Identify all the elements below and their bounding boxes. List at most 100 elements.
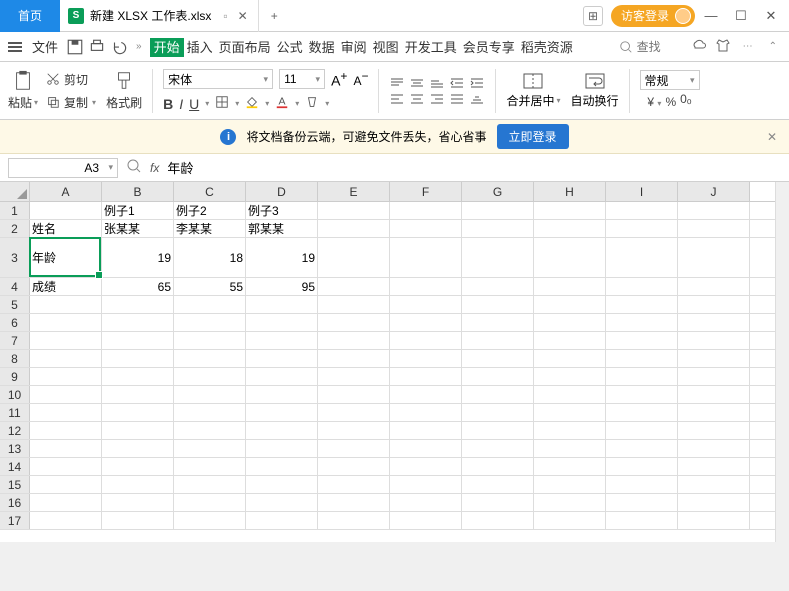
cell-H10[interactable]	[534, 386, 606, 403]
cell-I12[interactable]	[606, 422, 678, 439]
cell-F3[interactable]	[390, 238, 462, 277]
cell-F17[interactable]	[390, 512, 462, 529]
cell-G7[interactable]	[462, 332, 534, 349]
cell-C2[interactable]: 李某某	[174, 220, 246, 237]
cell-J5[interactable]	[678, 296, 750, 313]
cell-C14[interactable]	[174, 458, 246, 475]
cell-F13[interactable]	[390, 440, 462, 457]
cell-I9[interactable]	[606, 368, 678, 385]
cell-D5[interactable]	[246, 296, 318, 313]
cell-G12[interactable]	[462, 422, 534, 439]
cell-A12[interactable]	[30, 422, 102, 439]
cut-button[interactable]: 剪切	[46, 71, 96, 88]
cell-D7[interactable]	[246, 332, 318, 349]
cell-B5[interactable]	[102, 296, 174, 313]
menu-tab-7[interactable]: 开发工具	[402, 40, 460, 55]
cell-C1[interactable]: 例子2	[174, 202, 246, 219]
underline-button[interactable]: U	[189, 96, 199, 112]
cell-B12[interactable]	[102, 422, 174, 439]
border-button[interactable]	[215, 95, 229, 112]
cell-D12[interactable]	[246, 422, 318, 439]
merge-button[interactable]: 合并居中▾	[506, 72, 560, 109]
cell-J16[interactable]	[678, 494, 750, 511]
align-center-icon[interactable]	[409, 93, 425, 105]
menu-tab-2[interactable]: 页面布局	[216, 40, 274, 55]
cell-G1[interactable]	[462, 202, 534, 219]
font-size-select[interactable]: 11▾	[279, 69, 325, 89]
cell-E12[interactable]	[318, 422, 390, 439]
cell-A13[interactable]	[30, 440, 102, 457]
cell-B9[interactable]	[102, 368, 174, 385]
cell-F8[interactable]	[390, 350, 462, 367]
row-header-9[interactable]: 9	[0, 368, 30, 385]
cell-J7[interactable]	[678, 332, 750, 349]
cell-G4[interactable]	[462, 278, 534, 295]
cell-F11[interactable]	[390, 404, 462, 421]
cell-H5[interactable]	[534, 296, 606, 313]
cell-F1[interactable]	[390, 202, 462, 219]
cell-C11[interactable]	[174, 404, 246, 421]
cell-B13[interactable]	[102, 440, 174, 457]
row-header-2[interactable]: 2	[0, 220, 30, 237]
cell-G6[interactable]	[462, 314, 534, 331]
col-header-I[interactable]: I	[606, 182, 678, 201]
cell-F5[interactable]	[390, 296, 462, 313]
comma-icon[interactable]: 0⁰	[680, 92, 692, 111]
col-header-G[interactable]: G	[462, 182, 534, 201]
cell-I13[interactable]	[606, 440, 678, 457]
skin-icon[interactable]	[715, 37, 731, 56]
cell-E5[interactable]	[318, 296, 390, 313]
col-header-C[interactable]: C	[174, 182, 246, 201]
cell-A16[interactable]	[30, 494, 102, 511]
menu-tab-5[interactable]: 审阅	[338, 40, 370, 55]
cell-D1[interactable]: 例子3	[246, 202, 318, 219]
cell-A9[interactable]	[30, 368, 102, 385]
menu-tab-6[interactable]: 视图	[370, 40, 402, 55]
cell-B11[interactable]	[102, 404, 174, 421]
decrease-font-icon[interactable]: A−	[353, 69, 368, 89]
justify-icon[interactable]	[449, 93, 465, 105]
cell-I3[interactable]	[606, 238, 678, 277]
cell-F4[interactable]	[390, 278, 462, 295]
cell-I1[interactable]	[606, 202, 678, 219]
cell-A14[interactable]	[30, 458, 102, 475]
font-color-button[interactable]: A	[275, 95, 289, 112]
maximize-button[interactable]: ☐	[727, 2, 755, 30]
col-header-J[interactable]: J	[678, 182, 750, 201]
col-header-F[interactable]: F	[390, 182, 462, 201]
cell-C12[interactable]	[174, 422, 246, 439]
row-header-7[interactable]: 7	[0, 332, 30, 349]
cell-G2[interactable]	[462, 220, 534, 237]
cell-D9[interactable]	[246, 368, 318, 385]
cell-E10[interactable]	[318, 386, 390, 403]
cell-C13[interactable]	[174, 440, 246, 457]
cell-F2[interactable]	[390, 220, 462, 237]
cell-D15[interactable]	[246, 476, 318, 493]
cell-A8[interactable]	[30, 350, 102, 367]
menu-tab-8[interactable]: 会员专享	[460, 40, 518, 55]
cell-F6[interactable]	[390, 314, 462, 331]
cell-C10[interactable]	[174, 386, 246, 403]
number-format-select[interactable]: 常规▾	[640, 70, 700, 90]
quick-app-icon[interactable]: ⊞	[583, 6, 603, 26]
cell-A7[interactable]	[30, 332, 102, 349]
cell-I16[interactable]	[606, 494, 678, 511]
cell-H6[interactable]	[534, 314, 606, 331]
align-bottom-icon[interactable]	[429, 77, 445, 89]
cell-E3[interactable]	[318, 238, 390, 277]
print-icon[interactable]	[88, 38, 106, 56]
orientation-icon[interactable]	[469, 93, 485, 105]
cell-D17[interactable]	[246, 512, 318, 529]
cell-D11[interactable]	[246, 404, 318, 421]
cell-I5[interactable]	[606, 296, 678, 313]
more-icon[interactable]: ⋯	[743, 41, 753, 52]
row-header-8[interactable]: 8	[0, 350, 30, 367]
cell-D6[interactable]	[246, 314, 318, 331]
cell-J13[interactable]	[678, 440, 750, 457]
cell-H11[interactable]	[534, 404, 606, 421]
col-header-E[interactable]: E	[318, 182, 390, 201]
indent-right-icon[interactable]	[469, 77, 485, 89]
cell-B16[interactable]	[102, 494, 174, 511]
minimize-button[interactable]: —	[697, 2, 725, 30]
cell-G5[interactable]	[462, 296, 534, 313]
